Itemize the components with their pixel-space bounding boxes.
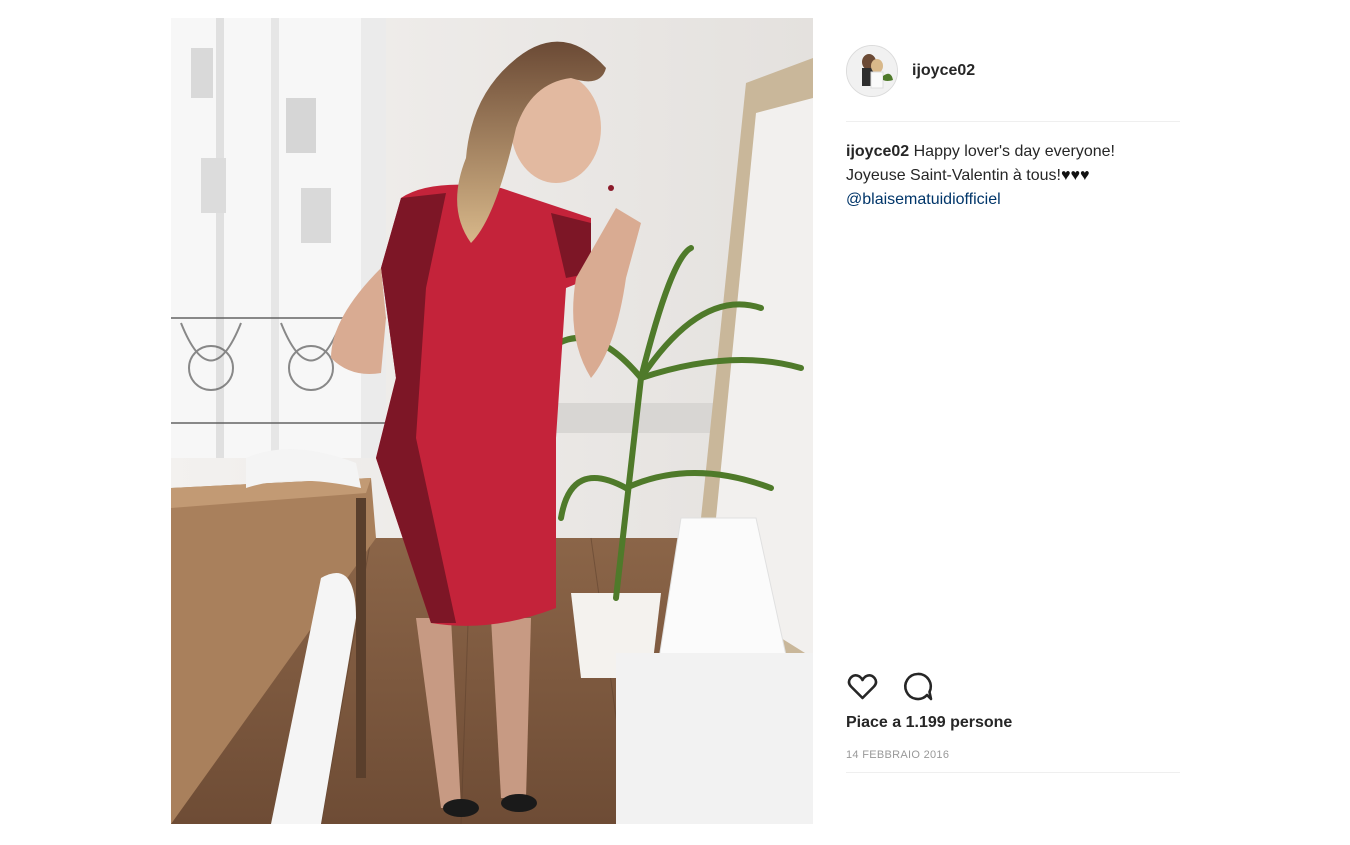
avatar-image bbox=[847, 45, 897, 96]
footer-divider bbox=[846, 772, 1180, 773]
username-link[interactable]: ijoyce02 bbox=[912, 62, 975, 80]
post-caption: ijoyce02 Happy lover's day everyone! Joy… bbox=[846, 140, 1180, 212]
post-sidebar: ijoyce02 ijoyce02 Happy lover's day ever… bbox=[846, 18, 1180, 824]
post-header: ijoyce02 bbox=[846, 43, 1180, 98]
avatar[interactable] bbox=[846, 44, 898, 97]
heart-outline-icon bbox=[847, 673, 878, 699]
caption-author-link[interactable]: ijoyce02 bbox=[846, 143, 909, 160]
header-divider bbox=[846, 121, 1180, 122]
instagram-post: ijoyce02 ijoyce02 Happy lover's day ever… bbox=[171, 18, 1180, 824]
mention-link[interactable]: @blaisematuidiofficiel bbox=[846, 191, 1001, 208]
post-photo[interactable] bbox=[171, 18, 813, 824]
caption-hearts: ♥♥♥ bbox=[1060, 167, 1090, 184]
likes-count[interactable]: Piace a 1.199 persone bbox=[846, 714, 1012, 732]
post-date[interactable]: 14 FEBBRAIO 2016 bbox=[846, 749, 949, 761]
comment-button[interactable] bbox=[901, 670, 934, 703]
post-actions bbox=[846, 668, 934, 704]
like-button[interactable] bbox=[846, 670, 879, 703]
photo-illustration bbox=[171, 18, 813, 824]
caption-line-1: Happy lover's day everyone! bbox=[913, 143, 1115, 160]
speech-bubble-icon bbox=[904, 672, 933, 700]
caption-line-2: Joyeuse Saint-Valentin à tous! bbox=[846, 167, 1061, 184]
